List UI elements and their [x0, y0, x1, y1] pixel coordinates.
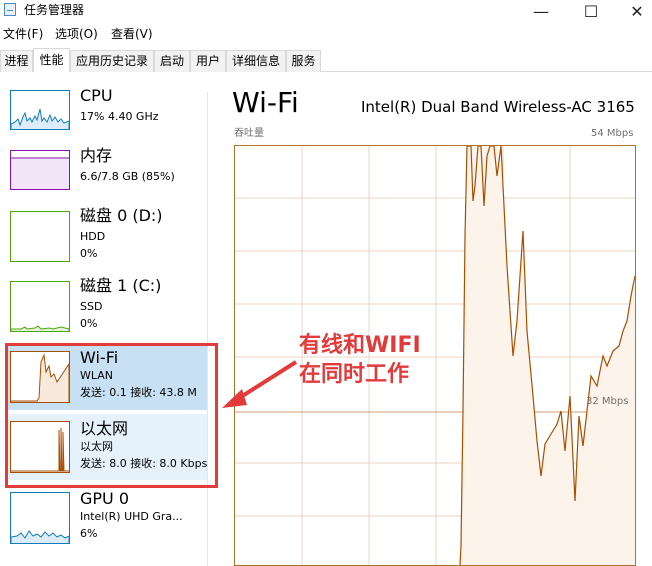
- sidebar-item-gpu[interactable]: GPU 0 Intel(R) UHD Gra... 6%: [6, 486, 208, 566]
- throughput-label: 吞吐量: [234, 128, 264, 139]
- tab-users[interactable]: 用户: [190, 50, 226, 72]
- annotation-line-2: 在同时工作: [299, 362, 410, 387]
- gpu-usage-text: 6%: [80, 527, 98, 540]
- throughput-graph: [234, 145, 636, 566]
- throughput-area: [460, 146, 635, 565]
- tab-app-history[interactable]: 应用历史记录: [70, 50, 154, 72]
- cpu-usage-text: 17% 4.40 GHz: [80, 110, 159, 123]
- tab-startup[interactable]: 启动: [154, 50, 190, 72]
- menu-view[interactable]: 查看(V): [111, 27, 153, 41]
- annotation-highlight-box: [5, 343, 218, 488]
- sidebar-divider: [207, 92, 208, 566]
- disk0-type-text: HDD: [80, 230, 106, 243]
- menu-file[interactable]: 文件(F): [3, 27, 43, 41]
- sidebar-item-disk-1[interactable]: 磁盘 1 (C:) SSD 0%: [6, 276, 208, 344]
- tab-bar: 进程 性能 应用历史记录 启动 用户 详细信息 服务: [0, 46, 652, 72]
- task-manager-icon: [4, 3, 16, 16]
- window-title: 任务管理器: [24, 3, 85, 17]
- sidebar-item-label: 磁盘 1 (C:): [80, 276, 162, 295]
- gpu-model-text: Intel(R) UHD Gra...: [80, 510, 183, 523]
- max-throughput-label: 54 Mbps: [591, 128, 634, 139]
- tab-services[interactable]: 服务: [286, 50, 321, 72]
- mid-throughput-label: 32 Mbps: [586, 396, 629, 407]
- disk1-thumbnail-graph: [10, 281, 70, 332]
- close-button[interactable]: ✕: [614, 0, 652, 22]
- tab-performance[interactable]: 性能: [33, 48, 70, 72]
- sidebar-item-label: 磁盘 0 (D:): [80, 206, 163, 225]
- annotation-line-1: 有线和WIFI: [299, 333, 421, 358]
- tab-details[interactable]: 详细信息: [226, 50, 286, 72]
- tab-processes[interactable]: 进程: [0, 50, 33, 72]
- adapter-name: Intel(R) Dual Band Wireless-AC 3165: [361, 98, 635, 116]
- disk1-type-text: SSD: [80, 300, 103, 313]
- annotation-text: 有线和WIFI 在同时工作: [299, 331, 421, 389]
- sidebar-item-label: 内存: [80, 146, 113, 165]
- disk0-usage-text: 0%: [80, 247, 98, 260]
- menu-bar: 文件(F) 选项(O) 查看(V): [0, 24, 652, 44]
- minimize-button[interactable]: —: [518, 0, 564, 22]
- memory-thumbnail-graph: [10, 150, 70, 190]
- sidebar-item-label: GPU 0: [80, 489, 130, 508]
- menu-options[interactable]: 选项(O): [55, 27, 98, 41]
- sidebar-item-label: CPU: [80, 86, 113, 105]
- disk1-usage-text: 0%: [80, 317, 98, 330]
- gpu-thumbnail-graph: [10, 492, 70, 544]
- sidebar-item-cpu[interactable]: CPU 17% 4.40 GHz: [6, 86, 208, 154]
- cpu-thumbnail-graph: [10, 90, 70, 130]
- maximize-button[interactable]: ☐: [568, 0, 614, 22]
- page-title: Wi-Fi: [232, 86, 299, 119]
- sidebar-item-memory[interactable]: 内存 6.6/7.8 GB (85%): [6, 146, 208, 214]
- memory-usage-text: 6.6/7.8 GB (85%): [80, 170, 175, 183]
- sidebar-item-disk-0[interactable]: 磁盘 0 (D:) HDD 0%: [6, 206, 208, 274]
- disk0-thumbnail-graph: [10, 211, 70, 262]
- title-bar: 任务管理器 — ☐ ✕: [0, 0, 652, 22]
